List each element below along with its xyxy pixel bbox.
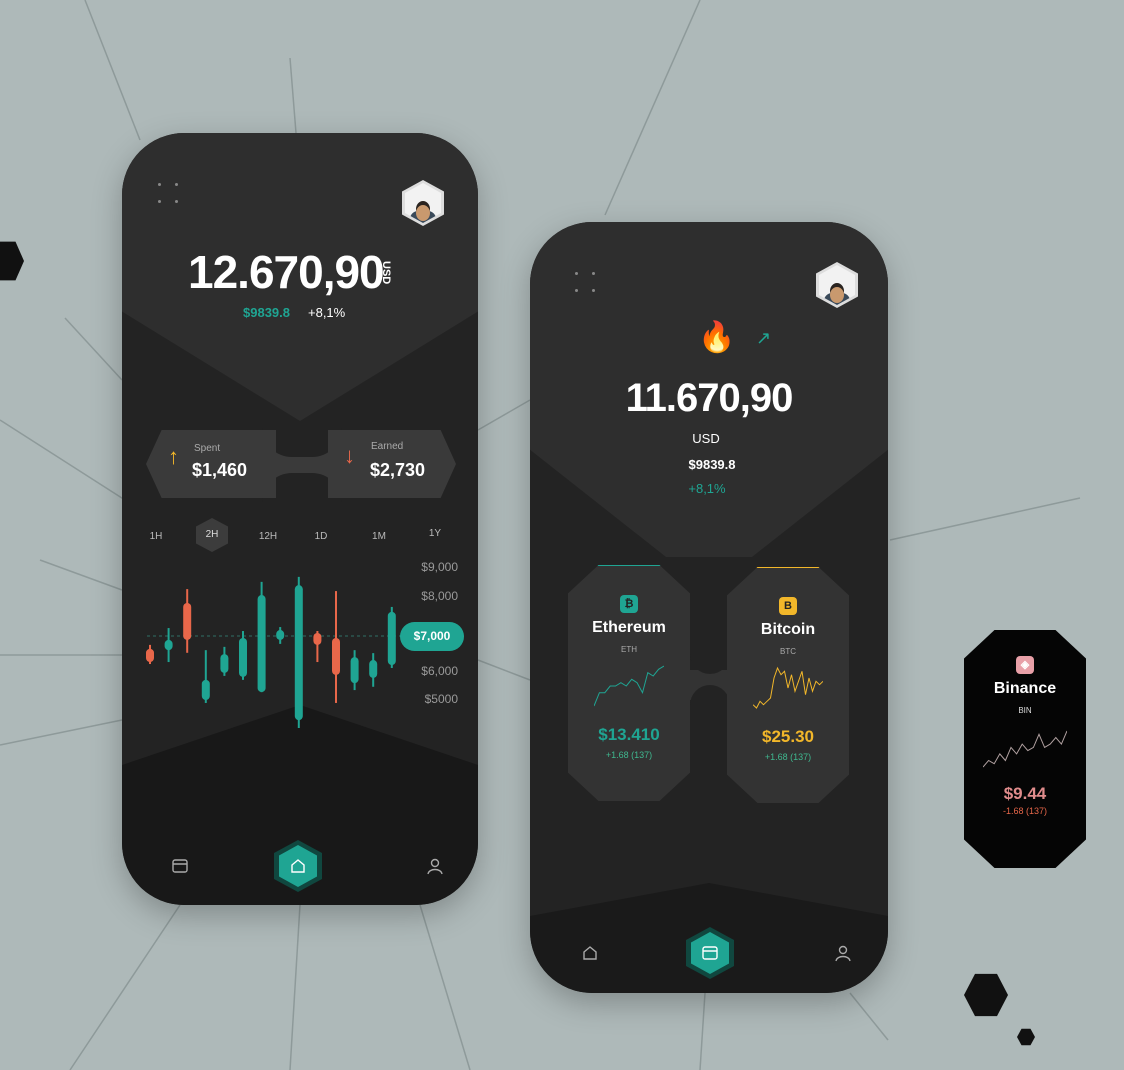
trend-arrow-icon: ↗: [756, 328, 772, 348]
coin-change: -1.68 (137): [1002, 806, 1048, 816]
sparkline: [593, 665, 665, 707]
coin-price: $25.30: [762, 727, 814, 746]
coin-symbol: BIN: [1018, 706, 1032, 715]
home-icon[interactable]: [581, 944, 599, 962]
candle: [220, 646, 229, 676]
candle: [146, 644, 154, 665]
coin-symbol: BTC: [780, 647, 796, 656]
candle: [350, 650, 359, 691]
change: +8,1%: [688, 481, 726, 496]
candle: [294, 576, 303, 729]
ytick: $8,000: [421, 589, 458, 603]
candle: [332, 591, 340, 703]
sparkline: [752, 666, 824, 709]
wallet-icon: [702, 946, 718, 960]
menu-icon[interactable]: [575, 272, 597, 294]
coin-name: Bitcoin: [760, 621, 816, 638]
sub-amount: $9839.8: [688, 457, 736, 472]
user-icon[interactable]: [834, 944, 852, 962]
ethereum-icon: ₿: [620, 595, 638, 613]
fire-emoji: 🔥: [698, 321, 736, 354]
currency: USD: [692, 431, 720, 446]
ytick: $9,000: [421, 560, 458, 574]
right-phone: 🔥 ↗ 11.670,90 USD $9839.8 +8,1% ₿ Ethere…: [530, 222, 888, 993]
binance-icon: ◈: [1016, 656, 1034, 674]
candle: [369, 653, 378, 687]
candlestick-chart: [146, 576, 402, 729]
sparkline-path: [752, 666, 824, 709]
coin-price: $9.44: [1003, 784, 1047, 803]
sparkline-path: [982, 730, 1068, 768]
sparkline-path: [593, 665, 665, 707]
binance-card[interactable]: ◈ Binance BIN $9.44 -1.68 (137): [964, 630, 1086, 868]
candle: [239, 631, 247, 680]
current-price-badge: $7,000: [400, 622, 464, 651]
ytick: $6,000: [421, 664, 458, 678]
candle: [183, 589, 192, 653]
sparkline: [982, 730, 1068, 768]
candle: [164, 628, 173, 663]
candle: [201, 650, 210, 703]
coin-change: +1.68 (137): [764, 752, 812, 762]
coin-name: Binance: [993, 680, 1057, 697]
coin-price: $13.410: [598, 725, 660, 744]
ytick: $5000: [424, 692, 458, 706]
candle: [276, 627, 285, 644]
ethereum-card[interactable]: ₿ Ethereum ETH $13.410 +1.68 (137): [568, 565, 690, 801]
coin-name: Ethereum: [592, 619, 666, 636]
left-phone: 12.670,90 USD $9839.8 +8,1% ↑ Spent $1,4…: [122, 133, 478, 905]
balance: 11.670,90: [625, 376, 794, 420]
user-icon[interactable]: [426, 857, 444, 875]
candle: [257, 581, 266, 693]
coin-symbol: ETH: [621, 645, 637, 654]
home-icon: [291, 859, 305, 873]
bitcoin-card[interactable]: B Bitcoin BTC $25.30 +1.68 (137): [727, 567, 849, 803]
candle: [387, 606, 396, 668]
bitcoin-icon: B: [779, 597, 797, 615]
wallet-icon[interactable]: [171, 857, 189, 875]
coin-change: +1.68 (137): [605, 750, 653, 760]
candle: [313, 631, 322, 663]
